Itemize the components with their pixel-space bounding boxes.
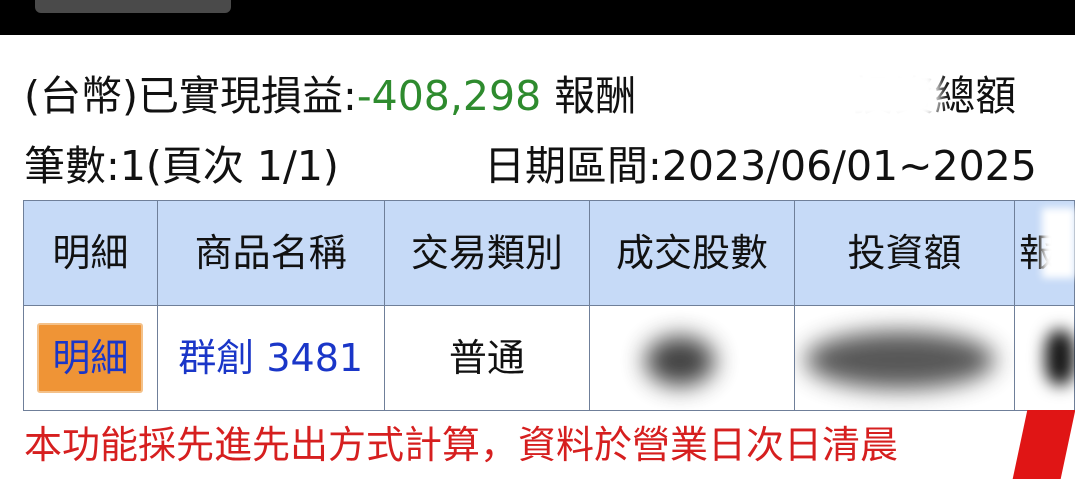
table-row: 明細 群創 3481 普通 [23, 305, 1075, 411]
period-value: 2023/06/01~2025 [661, 142, 1037, 190]
notice-text: 本功能採先進先出方式計算，資料於營業日次日清晨 [24, 423, 899, 467]
col-header-shares: 成交股數 [589, 200, 795, 306]
pnl-table: 明細 商品名稱 交易類別 成交股數 投資額 報 明細 群創 3481 普通 [23, 200, 1075, 411]
status-bar [0, 0, 1075, 35]
date-range: 日期區間:2023/06/01~2025 [484, 146, 1037, 187]
redaction-blur [1042, 208, 1075, 278]
detail-button[interactable]: 明細 [37, 323, 144, 393]
col-header-detail: 明細 [23, 200, 158, 306]
return-label: 報酬 [554, 72, 637, 120]
redaction-smear [804, 331, 995, 389]
count-period-line: 筆數:1(頁次 1/1) 日期區間:2023/06/01~2025 [24, 146, 1037, 187]
period-label: 日期區間: [484, 142, 662, 190]
record-count: 筆數:1(頁次 1/1) [24, 142, 339, 190]
product-cell: 群創 3481 [156, 305, 385, 411]
pnl-value: -408,298 [356, 72, 542, 120]
col-header-product: 商品名稱 [156, 200, 385, 306]
product-link[interactable]: 群創 3481 [178, 336, 363, 380]
detail-cell: 明細 [23, 305, 158, 411]
col-header-trade-type: 交易類別 [383, 200, 591, 306]
trade-type-cell: 普通 [383, 305, 591, 411]
redaction-blur [735, 66, 940, 122]
pnl-label: (台幣)已實現損益: [24, 72, 357, 120]
table-header-row: 明細 商品名稱 交易類別 成交股數 投資額 報 [23, 200, 1075, 306]
amount-cell [793, 305, 1016, 411]
redaction-smear [645, 336, 716, 386]
col-header-amount: 投資額 [793, 200, 1016, 306]
shares-cell [589, 305, 795, 411]
redaction-smear [1045, 330, 1075, 385]
status-bar-pill [35, 0, 231, 13]
red-scribble-mark [1012, 410, 1075, 479]
